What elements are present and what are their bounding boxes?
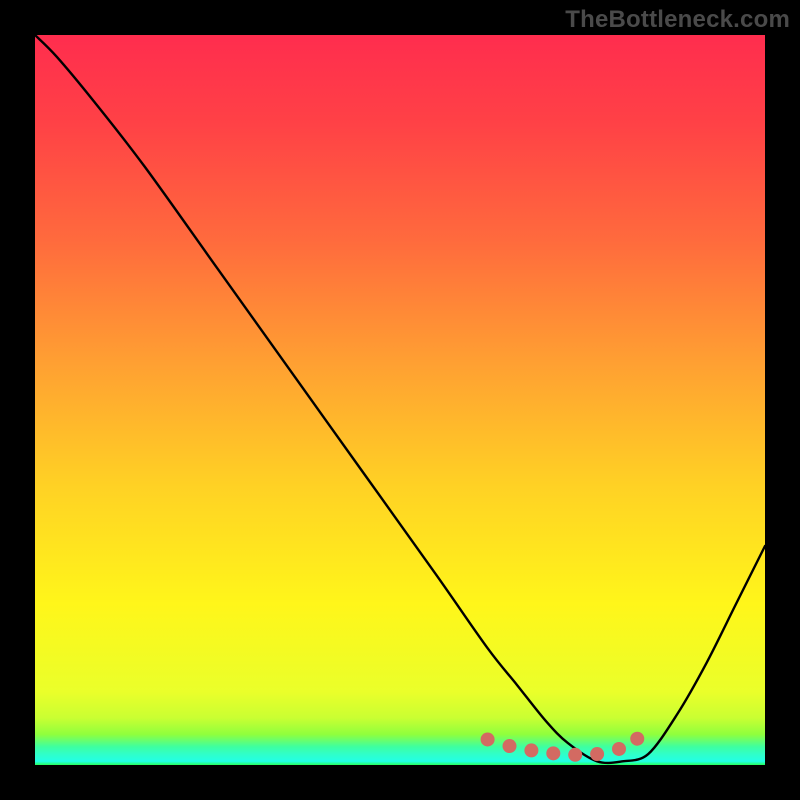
curve-dot (568, 748, 582, 762)
gradient-background (35, 35, 765, 765)
watermark-text: TheBottleneck.com (565, 6, 790, 34)
chart-frame: TheBottleneck.com (0, 0, 800, 800)
curve-dot (630, 732, 644, 746)
curve-dot (481, 732, 495, 746)
bottleneck-chart (35, 35, 765, 765)
curve-dot (503, 739, 517, 753)
curve-dot (612, 742, 626, 756)
chart-plot-area (35, 35, 765, 765)
curve-dot (590, 747, 604, 761)
curve-dot (546, 746, 560, 760)
curve-dot (524, 743, 538, 757)
